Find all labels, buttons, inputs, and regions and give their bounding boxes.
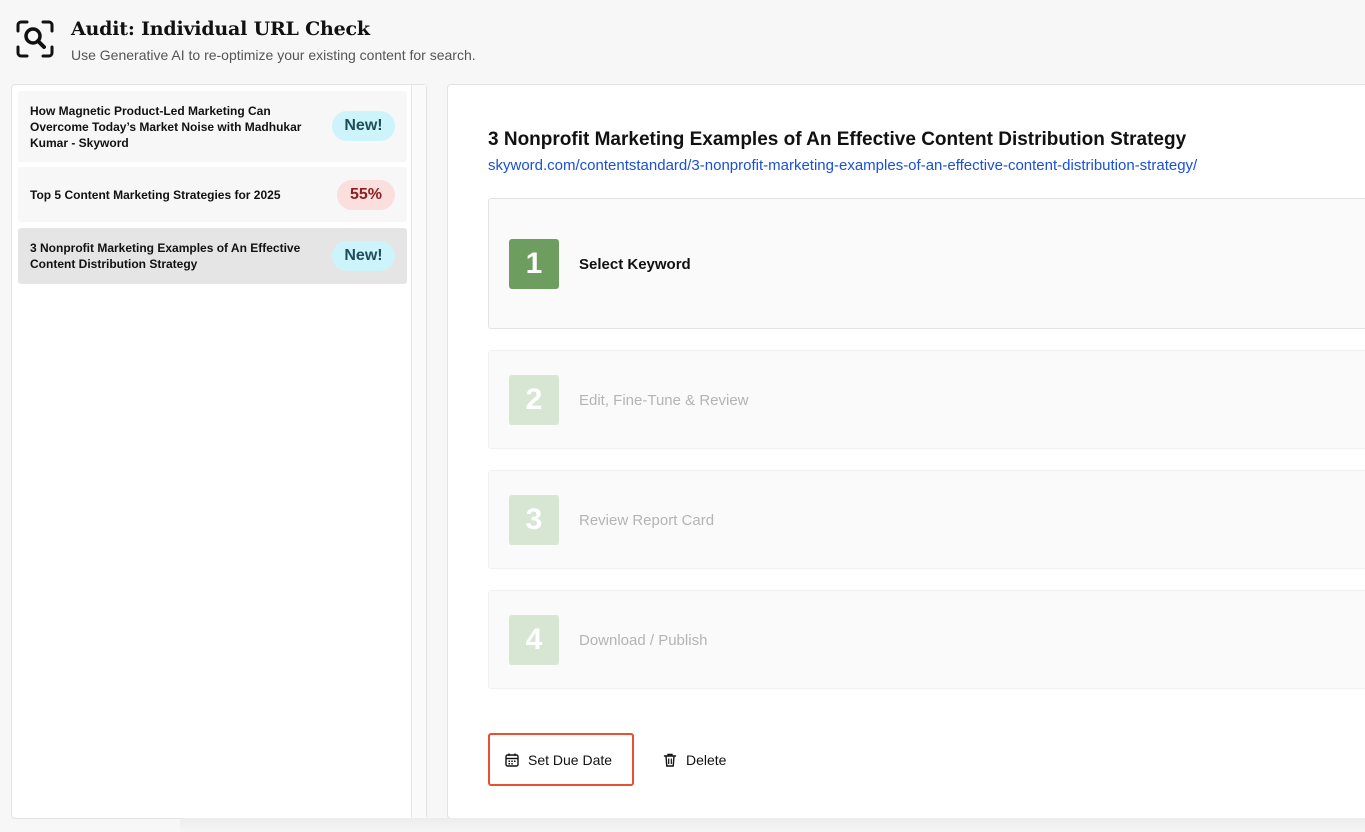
- list-item[interactable]: Top 5 Content Marketing Strategies for 2…: [18, 167, 407, 222]
- page-header: Audit: Individual URL Check Use Generati…: [0, 0, 1365, 84]
- page-title: Audit: Individual URL Check: [71, 18, 370, 40]
- search-scan-icon: [16, 20, 54, 58]
- step-number: 3: [509, 495, 559, 545]
- step-review-report-card: 3 Review Report Card: [488, 470, 1365, 569]
- set-due-date-label: Set Due Date: [528, 751, 613, 768]
- step-select-keyword[interactable]: 1 Select Keyword: [488, 198, 1365, 329]
- step-download-publish: 4 Download / Publish: [488, 590, 1365, 689]
- list-item-selected[interactable]: 3 Nonprofit Marketing Examples of An Eff…: [18, 228, 407, 284]
- step-edit-fine-tune-review: 2 Edit, Fine-Tune & Review: [488, 350, 1365, 449]
- delete-label: Delete: [686, 752, 727, 768]
- url-list-sidebar: How Magnetic Product-Led Marketing Can O…: [11, 84, 427, 819]
- article-title: 3 Nonprofit Marketing Examples of An Eff…: [488, 129, 1187, 150]
- list-item-title: Top 5 Content Marketing Strategies for 2…: [30, 188, 281, 202]
- list-item[interactable]: How Magnetic Product-Led Marketing Can O…: [18, 91, 407, 162]
- list-item-title: How Magnetic Product-Led Marketing Can O…: [30, 104, 302, 150]
- step-number: 1: [509, 239, 559, 289]
- trash-icon: [663, 753, 677, 767]
- calendar-icon: [505, 753, 519, 767]
- set-due-date-button[interactable]: Set Due Date: [488, 733, 634, 786]
- page-subtitle: Use Generative AI to re-optimize your ex…: [71, 47, 476, 63]
- status-badge: New!: [332, 241, 395, 271]
- step-label: Review Report Card: [579, 512, 715, 529]
- article-url-link[interactable]: skyword.com/contentstandard/3-nonprofit-…: [488, 157, 1197, 174]
- step-label: Download / Publish: [579, 632, 708, 649]
- step-label: Select Keyword: [579, 256, 691, 273]
- sidebar-scrollbar[interactable]: [411, 85, 426, 818]
- status-badge: New!: [332, 111, 395, 141]
- step-number: 4: [509, 615, 559, 665]
- list-item-title: 3 Nonprofit Marketing Examples of An Eff…: [30, 241, 301, 271]
- main-panel: 3 Nonprofit Marketing Examples of An Eff…: [447, 84, 1365, 819]
- step-label: Edit, Fine-Tune & Review: [579, 392, 749, 409]
- score-badge: 55%: [337, 180, 395, 210]
- step-number: 2: [509, 375, 559, 425]
- delete-button[interactable]: Delete: [662, 745, 726, 775]
- bottom-shadow: [180, 818, 1365, 832]
